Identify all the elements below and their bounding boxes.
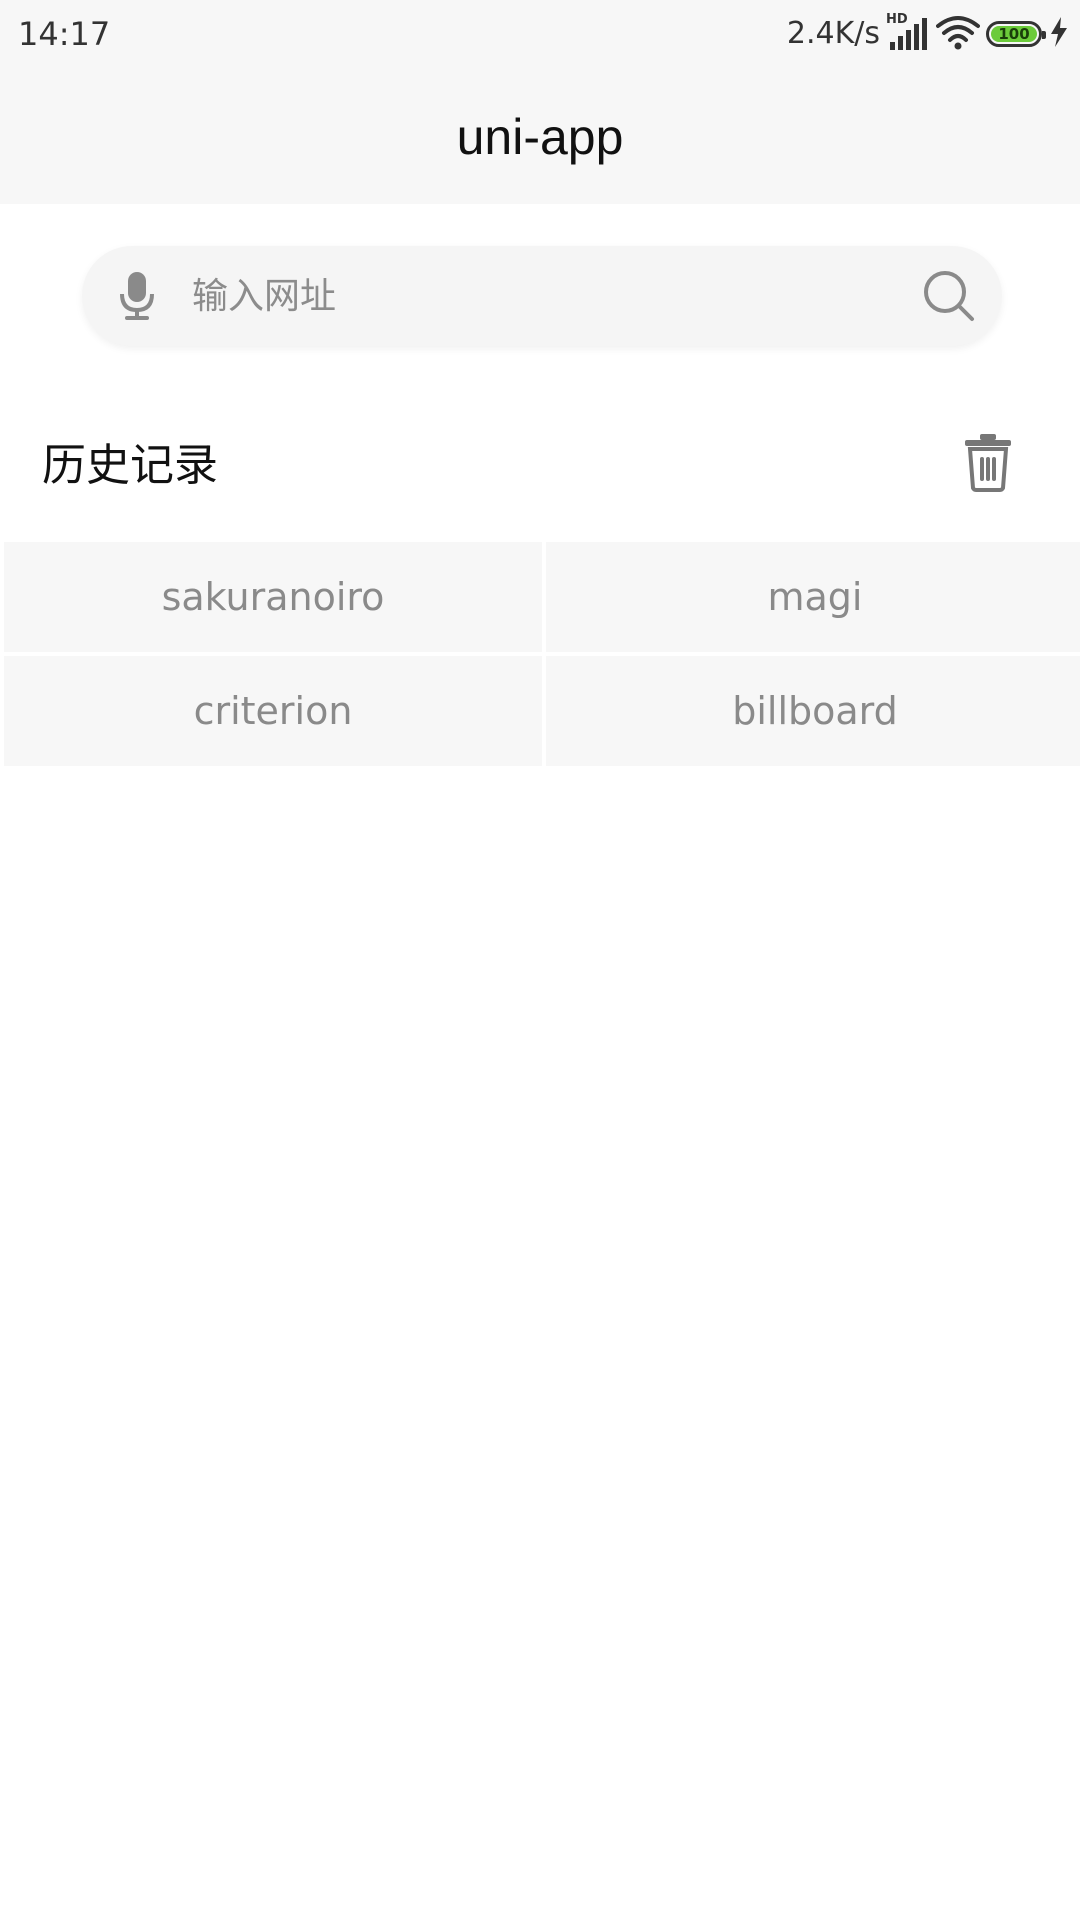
url-input[interactable] bbox=[172, 260, 914, 332]
history-item[interactable]: magi bbox=[546, 542, 1080, 652]
wifi-icon bbox=[936, 14, 980, 54]
battery-icon: 100 bbox=[986, 21, 1046, 47]
history-title: 历史记录 bbox=[42, 440, 218, 491]
search-icon[interactable] bbox=[914, 261, 984, 331]
page-title: uni-app bbox=[456, 109, 624, 165]
trash-icon[interactable] bbox=[962, 432, 1014, 492]
history-item[interactable]: sakuranoiro bbox=[4, 542, 542, 652]
history-list: sakuranoiro magi criterion billboard bbox=[4, 542, 1080, 766]
history-item[interactable]: criterion bbox=[4, 656, 542, 766]
charging-icon bbox=[1048, 16, 1070, 52]
network-speed: 2.4K/s bbox=[786, 16, 880, 51]
battery-level: 100 bbox=[991, 26, 1037, 42]
signal-icon: HD bbox=[886, 12, 930, 54]
history-header: 历史记录 bbox=[0, 420, 1080, 510]
hd-badge: HD bbox=[886, 12, 908, 27]
navigation-bar: uni-app bbox=[0, 70, 1080, 204]
microphone-icon[interactable] bbox=[102, 266, 172, 326]
status-time: 14:17 bbox=[18, 15, 111, 53]
status-bar: 14:17 2.4K/s HD 100 bbox=[0, 0, 1080, 70]
status-icons: 2.4K/s HD 100 bbox=[786, 12, 1070, 54]
search-bar bbox=[82, 246, 1002, 346]
history-item[interactable]: billboard bbox=[546, 656, 1080, 766]
